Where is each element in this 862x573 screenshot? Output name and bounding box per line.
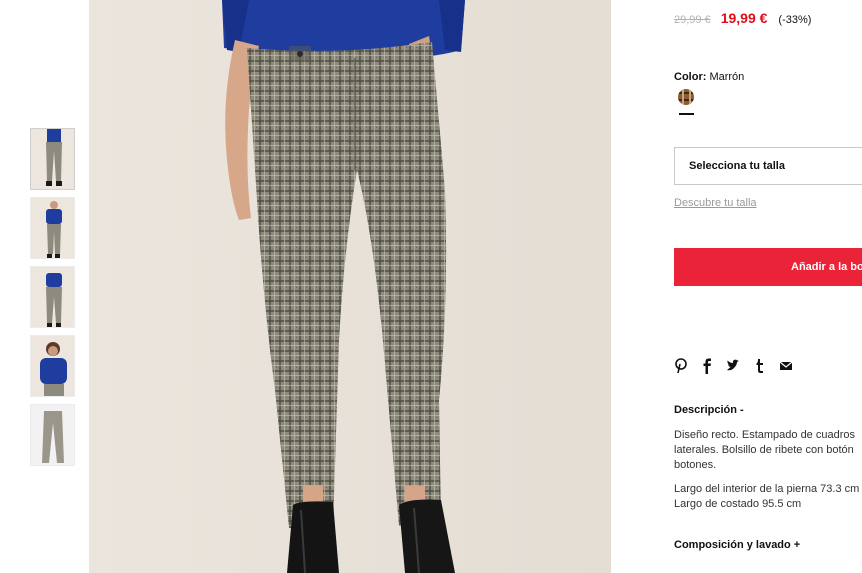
tumblr-icon[interactable]	[753, 358, 767, 374]
product-main-image[interactable]	[89, 0, 611, 573]
thumbnail-4[interactable]	[30, 335, 75, 397]
color-swatch-brown[interactable]	[678, 89, 694, 105]
size-guide-link[interactable]: Descubre tu talla	[674, 197, 757, 209]
description-toggle[interactable]: Descripción -	[674, 404, 744, 416]
thumbnail-3[interactable]	[30, 266, 75, 328]
sale-price: 19,99 €	[720, 10, 768, 26]
thumbnail-1[interactable]	[30, 128, 75, 190]
facebook-icon[interactable]	[700, 358, 714, 374]
color-label: Color:	[674, 71, 707, 83]
add-to-bag-button[interactable]: Añadir a la bolsa	[674, 248, 862, 286]
twitter-icon[interactable]	[726, 358, 740, 374]
composition-toggle[interactable]: Composición y lavado +	[674, 539, 800, 551]
pinterest-icon[interactable]	[674, 358, 688, 374]
thumbnail-5[interactable]	[30, 404, 75, 466]
price-row: 29,99 € 19,99 € (-33%)	[674, 10, 811, 26]
description-line: botones.	[674, 459, 717, 471]
selected-swatch-indicator	[679, 113, 694, 115]
measure-line: Largo de costado 95.5 cm	[674, 498, 802, 510]
size-selector[interactable]: Selecciona tu talla	[674, 147, 862, 185]
product-info-panel: 29,99 € 19,99 € (-33%) Color: Marrón Sel…	[674, 0, 862, 573]
color-row: Color: Marrón	[674, 71, 744, 83]
description-line: Diseño recto. Estampado de cuadros	[674, 429, 855, 441]
description-line: laterales. Bolsillo de ribete con botón	[674, 444, 854, 456]
discount-badge: (-33%)	[778, 14, 812, 26]
color-value: Marrón	[709, 71, 745, 83]
thumbnail-2[interactable]	[30, 197, 75, 259]
measure-line: Largo del interior de la pierna 73.3 cm	[674, 483, 860, 495]
email-icon[interactable]	[779, 358, 793, 374]
old-price: 29,99 €	[674, 14, 711, 26]
